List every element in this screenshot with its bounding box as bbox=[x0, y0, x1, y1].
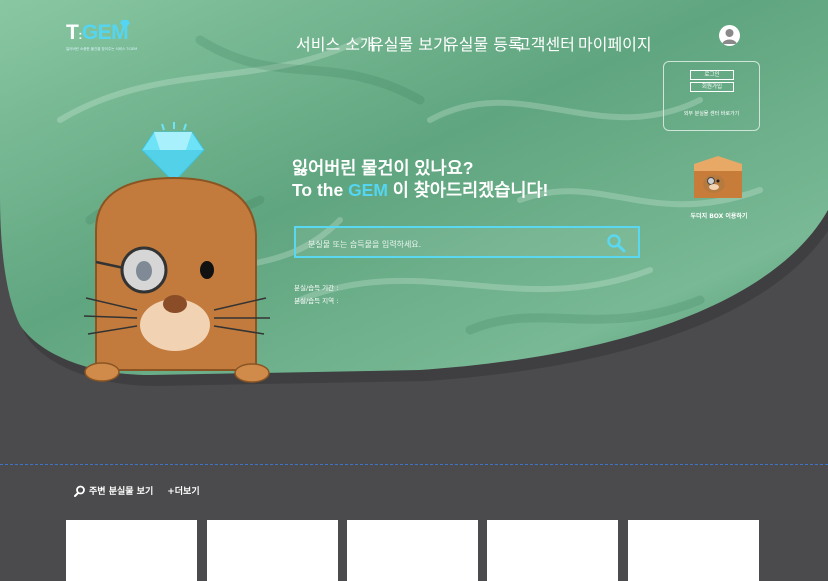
nav-item-lost-items[interactable]: 유실물 보기 bbox=[369, 31, 448, 55]
hero-line-2-prefix: To the bbox=[292, 180, 349, 200]
search-icon[interactable] bbox=[606, 233, 626, 253]
logo-tagline: 잃어버린 소중한 물건을 찾아주는 서비스 T:GEM bbox=[66, 47, 138, 51]
lost-item-card[interactable] bbox=[487, 520, 618, 581]
nav-item-register[interactable]: 유실물 등록 bbox=[444, 31, 523, 55]
nearby-section-header: 주변 분실물 보기 +더보기 bbox=[74, 484, 200, 497]
hero-line-2: To the GEM 이 찾아드리겠습니다! bbox=[292, 179, 548, 201]
lost-item-card[interactable] bbox=[66, 520, 197, 581]
nearby-title[interactable]: 주변 분실물 보기 bbox=[89, 484, 153, 497]
external-center-link[interactable]: 외부 분실물 센터 바로가기 bbox=[664, 110, 759, 117]
logo-prefix: T bbox=[66, 21, 79, 44]
lost-item-card[interactable] bbox=[347, 520, 478, 581]
lost-item-card[interactable] bbox=[207, 520, 338, 581]
filter-period-label[interactable]: 분실/습득 기간 : bbox=[294, 282, 338, 292]
logo-diamond-icon bbox=[120, 20, 130, 29]
mole-box-label[interactable]: 두더지 BOX 이용하기 bbox=[680, 211, 758, 220]
search-box bbox=[294, 226, 640, 258]
nav-item-service-intro[interactable]: 서비스 소개 bbox=[296, 31, 375, 55]
hero-gem-word: GEM bbox=[348, 180, 388, 200]
more-link[interactable]: +더보기 bbox=[167, 484, 199, 497]
user-avatar-icon[interactable] bbox=[719, 25, 740, 46]
brand-logo[interactable]: T:GEM 잃어버린 소중한 물건을 찾아주는 서비스 T:GEM bbox=[66, 20, 138, 52]
hero-line-2-suffix: 이 찾아드리겠습니다! bbox=[387, 180, 549, 200]
mole-mascot-illustration bbox=[83, 122, 270, 383]
search-input[interactable] bbox=[306, 236, 600, 252]
account-panel: 로그인 회원가입 외부 분실물 센터 바로가기 bbox=[663, 61, 760, 131]
nav-item-support[interactable]: 고객센터 bbox=[516, 31, 575, 55]
search-icon bbox=[74, 485, 85, 497]
lost-item-card[interactable] bbox=[628, 520, 759, 581]
login-button[interactable]: 로그인 bbox=[690, 70, 734, 80]
page: T:GEM 잃어버린 소중한 물건을 찾아주는 서비스 T:GEM 서비스 소개… bbox=[0, 0, 828, 581]
filter-region-label[interactable]: 분실/습득 지역 : bbox=[294, 295, 338, 305]
nav-item-mypage[interactable]: 마이페이지 bbox=[578, 31, 652, 55]
section-divider bbox=[0, 464, 828, 465]
hero-headline: 잃어버린 물건이 있나요? To the GEM 이 찾아드리겠습니다! bbox=[292, 157, 548, 201]
mole-box-icon[interactable] bbox=[692, 154, 744, 202]
signup-button[interactable]: 회원가입 bbox=[690, 82, 734, 92]
hero-line-1: 잃어버린 물건이 있나요? bbox=[292, 158, 474, 178]
